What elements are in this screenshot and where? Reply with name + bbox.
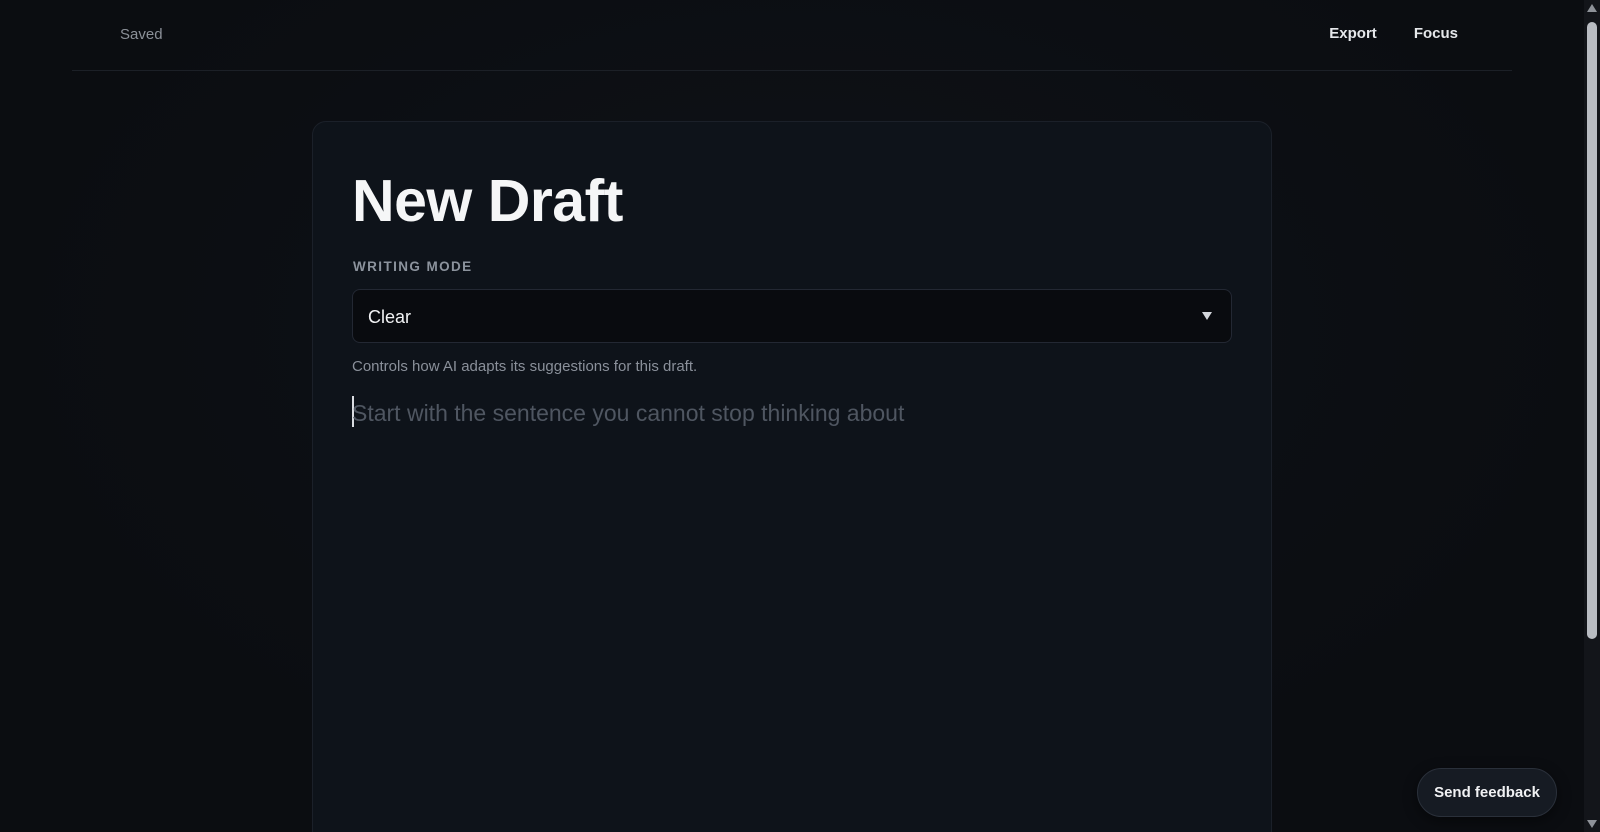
save-status: Saved (120, 26, 163, 43)
top-bar: Saved Export Focus (72, 0, 1512, 71)
export-button[interactable]: Export (1329, 25, 1377, 42)
draft-editor[interactable]: Start with the sentence you cannot stop … (352, 394, 1232, 794)
writing-mode-help: Controls how AI adapts its suggestions f… (352, 358, 698, 375)
draft-title[interactable]: New Draft (352, 166, 623, 236)
editor-placeholder: Start with the sentence you cannot stop … (352, 400, 905, 426)
writing-mode-select[interactable]: Clear (352, 289, 1232, 343)
top-actions: Export Focus (1329, 25, 1458, 42)
writing-mode-label: WRITING MODE (353, 259, 473, 274)
vertical-scrollbar[interactable] (1584, 0, 1600, 832)
draft-card: New Draft WRITING MODE Clear Controls ho… (312, 121, 1272, 832)
scroll-thumb[interactable] (1587, 22, 1597, 639)
app-viewport: Saved Export Focus New Draft WRITING MOD… (0, 0, 1600, 832)
writing-mode-value: Clear (368, 307, 412, 327)
chevron-down-icon (1202, 312, 1212, 320)
arrow-down-icon[interactable] (1587, 820, 1597, 828)
send-feedback-button[interactable]: Send feedback (1417, 768, 1557, 817)
focus-button[interactable]: Focus (1414, 25, 1458, 42)
arrow-up-icon[interactable] (1587, 4, 1597, 12)
